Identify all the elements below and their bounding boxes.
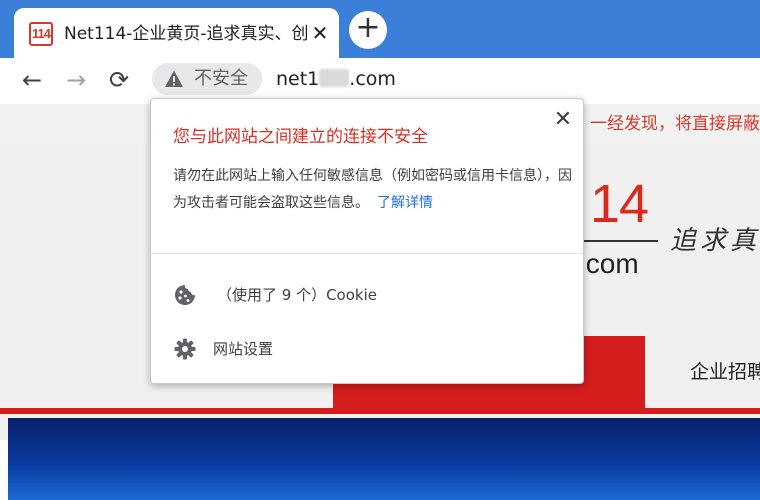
site-logo-domain: .com: [578, 248, 639, 279]
popup-divider: [151, 253, 583, 254]
nav-item-jobs[interactable]: 企业招聘: [690, 358, 760, 386]
site-logo-number: 14: [590, 174, 649, 234]
url-prefix: net1: [276, 68, 320, 90]
new-tab-button[interactable]: +: [349, 11, 387, 49]
site-slogan: 追求真: [670, 226, 760, 256]
tab-strip: 114 Net114-企业黄页-追求真实、创 ✕ +: [0, 0, 760, 58]
security-indicator-button[interactable]: 不安全: [152, 63, 262, 95]
cookie-row[interactable]: （使用了 9 个）Cookie: [151, 275, 583, 315]
net114-favicon-icon: 114: [29, 22, 53, 46]
site-settings-row[interactable]: 网站设置: [151, 329, 583, 369]
reload-button[interactable]: ⟳: [102, 64, 136, 98]
address-bar-url[interactable]: net1 .com: [276, 67, 396, 91]
logo-divider: [578, 240, 658, 242]
site-settings-label: 网站设置: [213, 340, 274, 358]
learn-more-link[interactable]: 了解详情: [377, 195, 433, 211]
security-label: 不安全: [194, 68, 248, 89]
hero-banner: [8, 418, 760, 500]
site-info-popup: ✕ 您与此网站之间建立的连接不安全 请勿在此网站上输入任何敏感信息（例如密码或信…: [150, 98, 584, 384]
tab-title: Net114-企业黄页-追求真实、创: [64, 24, 309, 44]
gear-icon: [174, 338, 196, 360]
tab-close-icon[interactable]: ✕: [308, 22, 332, 46]
warning-triangle-icon: [165, 70, 183, 87]
notice-text: 一经发现，将直接屏蔽企: [590, 114, 760, 134]
back-button[interactable]: ←: [15, 64, 49, 98]
nav-underline: [0, 408, 760, 414]
active-tab[interactable]: 114 Net114-企业黄页-追求真实、创 ✕: [14, 8, 339, 58]
popup-close-icon[interactable]: ✕: [550, 107, 576, 133]
forward-button[interactable]: →: [59, 64, 93, 98]
popup-title: 您与此网站之间建立的连接不安全: [173, 127, 428, 147]
url-redaction: [319, 69, 350, 87]
url-suffix: .com: [349, 68, 396, 90]
cookie-icon: [175, 285, 195, 305]
popup-body: 请勿在此网站上输入任何敏感信息（例如密码或信用卡信息），因为攻击者可能会盗取这些…: [173, 163, 573, 217]
cookie-label: （使用了 9 个）Cookie: [217, 286, 377, 304]
popup-body-text: 请勿在此网站上输入任何敏感信息（例如密码或信用卡信息），因为攻击者可能会盗取这些…: [173, 168, 572, 211]
